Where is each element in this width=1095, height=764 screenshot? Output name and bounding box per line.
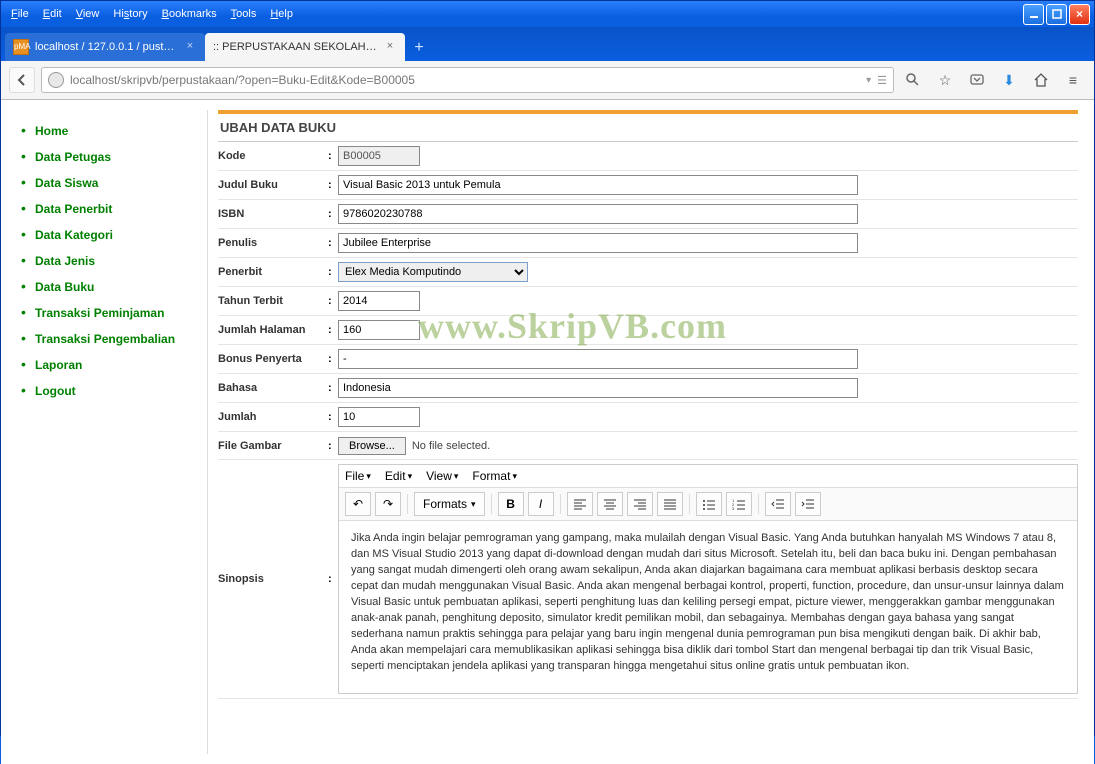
tab-phpmyadmin[interactable]: pMA localhost / 127.0.0.1 / pustak... × bbox=[5, 33, 205, 61]
menu-help[interactable]: Help bbox=[264, 6, 299, 22]
isbn-input[interactable] bbox=[338, 204, 858, 224]
sidebar-item-laporan[interactable]: Laporan bbox=[17, 352, 197, 378]
download-icon[interactable]: ⬇ bbox=[996, 67, 1022, 93]
bold-button[interactable]: B bbox=[498, 492, 524, 516]
menu-edit[interactable]: Edit bbox=[37, 6, 68, 22]
bahasa-label: Bahasa bbox=[218, 382, 328, 394]
sidebar-item-home[interactable]: Home bbox=[17, 118, 197, 144]
window-minimize[interactable] bbox=[1023, 4, 1044, 25]
rich-text-editor: File ▾ Edit ▾ View ▾ Format ▾ ↶ ↷ Format… bbox=[338, 464, 1078, 694]
back-button[interactable] bbox=[9, 67, 35, 93]
svg-text:3: 3 bbox=[732, 506, 735, 510]
page-title: UBAH DATA BUKU bbox=[218, 116, 1078, 142]
sidebar: Home Data Petugas Data Siswa Data Penerb… bbox=[17, 110, 197, 754]
new-tab-button[interactable]: + bbox=[405, 37, 433, 61]
address-bar[interactable]: ▾ ☰ bbox=[41, 67, 894, 93]
home-icon[interactable] bbox=[1028, 67, 1054, 93]
penulis-input[interactable] bbox=[338, 233, 858, 253]
sinopsis-textarea[interactable]: Jika Anda ingin belajar pemrograman yang… bbox=[339, 521, 1077, 693]
align-left-button[interactable] bbox=[567, 492, 593, 516]
penulis-label: Penulis bbox=[218, 237, 328, 249]
sidebar-item-pengembalian[interactable]: Transaksi Pengembalian bbox=[17, 326, 197, 352]
redo-button[interactable]: ↷ bbox=[375, 492, 401, 516]
sidebar-item-peminjaman[interactable]: Transaksi Peminjaman bbox=[17, 300, 197, 326]
menu-history[interactable]: History bbox=[107, 6, 153, 22]
penerbit-label: Penerbit bbox=[218, 266, 328, 278]
undo-button[interactable]: ↶ bbox=[345, 492, 371, 516]
align-justify-button[interactable] bbox=[657, 492, 683, 516]
number-list-button[interactable]: 123 bbox=[726, 492, 752, 516]
browser-menubar: File Edit View History Bookmarks Tools H… bbox=[5, 6, 299, 22]
browser-toolbar: ▾ ☰ ☆ ⬇ ≡ bbox=[1, 61, 1094, 100]
tab-perpustakaan[interactable]: :: PERPUSTAKAAN SEKOLAH - Sist... × bbox=[205, 33, 405, 61]
bullet-list-button[interactable] bbox=[696, 492, 722, 516]
menu-view[interactable]: View bbox=[70, 6, 106, 22]
sidebar-item-siswa[interactable]: Data Siswa bbox=[17, 170, 197, 196]
isbn-label: ISBN bbox=[218, 208, 328, 220]
editor-menu-format[interactable]: Format ▾ bbox=[472, 469, 517, 483]
sinopsis-label: Sinopsis bbox=[218, 464, 328, 694]
bahasa-input[interactable] bbox=[338, 378, 858, 398]
penerbit-select[interactable]: Elex Media Komputindo bbox=[338, 262, 528, 282]
main-panel: UBAH DATA BUKU www.SkripVB.com Kode: Jud… bbox=[207, 110, 1078, 754]
bookmark-star-icon[interactable]: ☆ bbox=[932, 67, 958, 93]
align-center-button[interactable] bbox=[597, 492, 623, 516]
editor-menu-file[interactable]: File ▾ bbox=[345, 469, 371, 483]
chevron-down-icon[interactable]: ▾ bbox=[866, 75, 871, 86]
reader-icon[interactable]: ☰ bbox=[877, 74, 887, 87]
bonus-input[interactable] bbox=[338, 349, 858, 369]
url-input[interactable] bbox=[70, 73, 860, 87]
outdent-button[interactable] bbox=[765, 492, 791, 516]
tab-label: localhost / 127.0.0.1 / pustak... bbox=[35, 41, 177, 53]
pocket-icon[interactable] bbox=[964, 67, 990, 93]
tab-close-icon[interactable]: × bbox=[183, 40, 197, 54]
bonus-label: Bonus Penyerta bbox=[218, 353, 328, 365]
sidebar-item-logout[interactable]: Logout bbox=[17, 378, 197, 404]
file-label: File Gambar bbox=[218, 440, 328, 452]
align-right-button[interactable] bbox=[627, 492, 653, 516]
window-maximize[interactable] bbox=[1046, 4, 1067, 25]
sidebar-item-jenis[interactable]: Data Jenis bbox=[17, 248, 197, 274]
tab-label: :: PERPUSTAKAAN SEKOLAH - Sist... bbox=[213, 41, 377, 53]
judul-input[interactable] bbox=[338, 175, 858, 195]
halaman-input[interactable] bbox=[338, 320, 420, 340]
tahun-input[interactable] bbox=[338, 291, 420, 311]
kode-label: Kode bbox=[218, 150, 328, 162]
window-close[interactable]: × bbox=[1069, 4, 1090, 25]
sidebar-item-petugas[interactable]: Data Petugas bbox=[17, 144, 197, 170]
hamburger-menu-icon[interactable]: ≡ bbox=[1060, 67, 1086, 93]
no-file-text: No file selected. bbox=[412, 440, 490, 452]
menu-tools[interactable]: Tools bbox=[225, 6, 263, 22]
titlebar: File Edit View History Bookmarks Tools H… bbox=[1, 1, 1094, 27]
tahun-label: Tahun Terbit bbox=[218, 295, 328, 307]
editor-menu-edit[interactable]: Edit ▾ bbox=[385, 469, 412, 483]
jumlah-label: Jumlah bbox=[218, 411, 328, 423]
halaman-label: Jumlah Halaman bbox=[218, 324, 328, 336]
browser-tabbar: pMA localhost / 127.0.0.1 / pustak... × … bbox=[1, 27, 1094, 61]
kode-input bbox=[338, 146, 420, 166]
judul-label: Judul Buku bbox=[218, 179, 328, 191]
italic-button[interactable]: I bbox=[528, 492, 554, 516]
menu-bookmarks[interactable]: Bookmarks bbox=[156, 6, 223, 22]
tab-close-icon[interactable]: × bbox=[383, 40, 397, 54]
menu-file[interactable]: File bbox=[5, 6, 35, 22]
browse-button[interactable]: Browse... bbox=[338, 437, 406, 455]
sidebar-item-kategori[interactable]: Data Kategori bbox=[17, 222, 197, 248]
globe-icon bbox=[48, 72, 64, 88]
editor-menu-view[interactable]: View ▾ bbox=[426, 469, 458, 483]
jumlah-input[interactable] bbox=[338, 407, 420, 427]
indent-button[interactable] bbox=[795, 492, 821, 516]
sidebar-item-penerbit[interactable]: Data Penerbit bbox=[17, 196, 197, 222]
sidebar-item-buku[interactable]: Data Buku bbox=[17, 274, 197, 300]
formats-dropdown[interactable]: Formats▾ bbox=[414, 492, 485, 516]
favicon-icon: pMA bbox=[13, 39, 29, 55]
search-icon[interactable] bbox=[900, 67, 926, 93]
